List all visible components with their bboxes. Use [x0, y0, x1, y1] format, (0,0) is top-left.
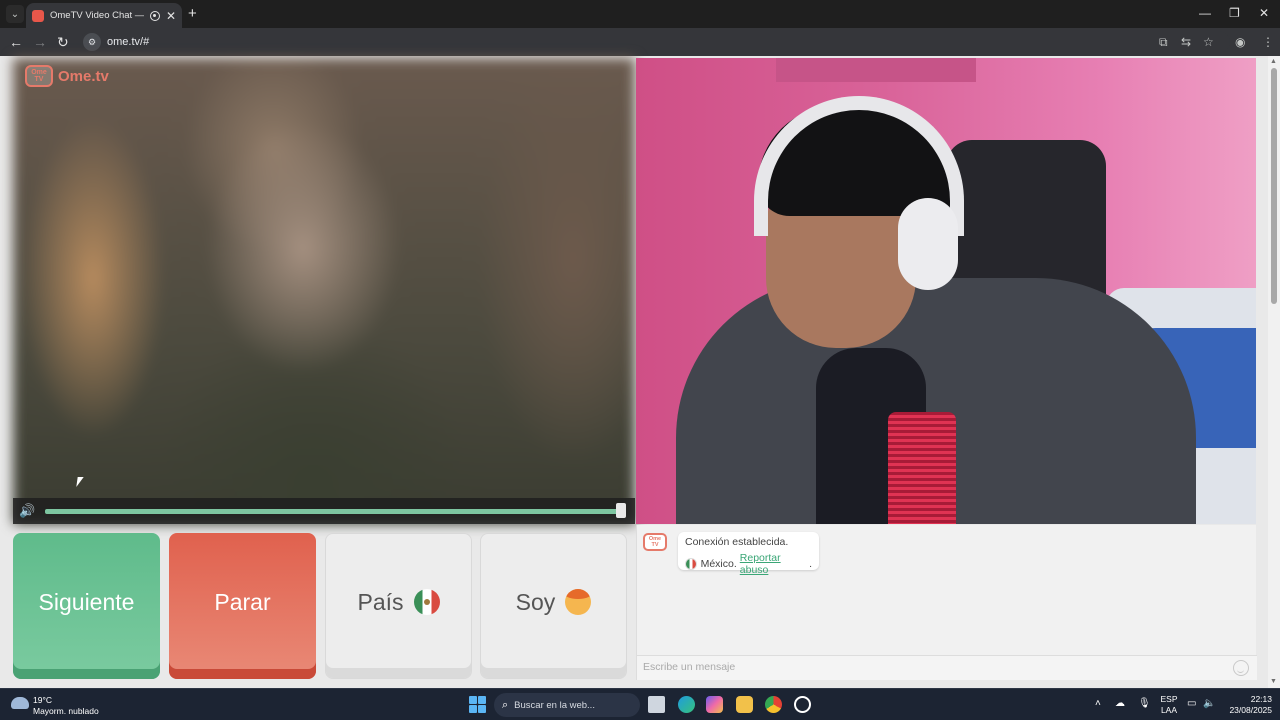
report-suffix: .	[809, 558, 812, 570]
profile-icon[interactable]: ◉	[1235, 35, 1245, 49]
browser-toolbar: ← → ↻ ⚙ ome.tv/# ⧉ ⇆ ☆ ◉ ⋮	[0, 28, 1280, 56]
clock-date: 23/08/2025	[1229, 705, 1272, 715]
network-icon[interactable]: ▭	[1187, 698, 1196, 709]
close-window-button[interactable]: ✕	[1259, 6, 1269, 20]
translate-icon[interactable]: ⇆	[1181, 35, 1191, 49]
clock[interactable]: 22:13 23/08/2025	[1222, 694, 1272, 716]
next-button[interactable]: Siguiente	[13, 533, 160, 679]
windows-taskbar: 19°C Mayorm. nublado ⌕ Buscar en la web.…	[0, 688, 1280, 720]
system-message-text: Conexión establecida.	[685, 536, 789, 548]
tab-title: OmeTV Video Chat — Ome	[50, 10, 144, 21]
language-indicator[interactable]: ESP LAA	[1158, 694, 1180, 716]
gender-button[interactable]: Soy	[480, 533, 627, 679]
clock-time: 22:13	[1250, 694, 1272, 704]
browser-tab[interactable]: OmeTV Video Chat — Ome ✕	[26, 3, 182, 28]
volume-slider[interactable]	[45, 509, 623, 514]
site-info-icon[interactable]: ⚙	[83, 33, 101, 51]
chat-message-input[interactable]	[643, 661, 1203, 673]
next-button-label: Siguiente	[38, 588, 135, 615]
scroll-down-icon[interactable]: ▼	[1270, 678, 1277, 685]
obs-studio-icon[interactable]	[794, 696, 811, 713]
page-scrollbar[interactable]: ▲ ▼	[1268, 56, 1280, 688]
volume-slider-handle[interactable]	[616, 503, 626, 518]
forward-arrow-icon[interactable]: →	[33, 34, 47, 50]
url-text[interactable]: ome.tv/#	[107, 36, 149, 48]
edge-browser-icon[interactable]	[678, 696, 695, 713]
taskbar-search-placeholder: Buscar en la web...	[514, 699, 595, 711]
country-button[interactable]: País	[325, 533, 472, 679]
bookmark-star-icon[interactable]: ☆	[1203, 35, 1214, 49]
task-view-icon[interactable]	[648, 696, 665, 713]
reload-icon[interactable]: ↻	[57, 34, 69, 50]
scroll-up-icon[interactable]: ▲	[1270, 58, 1277, 65]
back-arrow-icon[interactable]: ←	[9, 34, 23, 50]
weather-description[interactable]: Mayorm. nublado	[33, 706, 99, 716]
windows-start-icon[interactable]	[469, 696, 486, 713]
address-bar[interactable]: ⚙ ome.tv/#	[80, 31, 1230, 53]
mexico-flag-icon	[413, 589, 440, 615]
volume-bar: 🔊	[13, 498, 635, 524]
mouse-cursor-icon	[76, 477, 84, 487]
microphone-tray-icon[interactable]: 🎙	[1138, 698, 1151, 709]
stranger-video-overlay: Ome TV Ome.tv	[13, 58, 635, 524]
chat-panel: Ome TV Conexión establecida. México. Rep…	[636, 525, 1257, 680]
file-explorer-icon[interactable]	[736, 696, 753, 713]
headphones-earcup	[898, 198, 958, 290]
install-app-icon[interactable]: ⧉	[1159, 35, 1168, 50]
self-video-feed	[636, 58, 1256, 524]
ometv-page: Ome TV Ome.tv 🔊 Siguiente Parar País Soy	[0, 56, 1280, 688]
ometv-logo-badge: Ome TV	[25, 65, 53, 87]
tab-close-icon[interactable]: ✕	[166, 9, 176, 23]
more-menu-icon[interactable]: ⋮	[1262, 35, 1274, 49]
ometv-favicon-icon	[32, 9, 44, 22]
mexico-flag-small-icon	[685, 558, 697, 570]
browser-tab-bar: ⌄ OmeTV Video Chat — Ome ✕ + — ❐ ✕	[0, 0, 1280, 28]
stop-button-label: Parar	[214, 588, 271, 615]
language-top: ESP	[1160, 694, 1178, 704]
report-abuse-link[interactable]: Reportar abuso	[740, 552, 809, 576]
weather-cloud-icon[interactable]	[11, 697, 29, 709]
gender-button-label: Soy	[515, 588, 556, 615]
boy-icon	[565, 589, 592, 615]
scrollbar-thumb[interactable]	[1271, 68, 1277, 304]
partner-country: México.	[700, 558, 737, 570]
copilot-icon[interactable]	[706, 696, 723, 713]
onedrive-cloud-icon[interactable]: ☁	[1115, 698, 1125, 709]
ometv-logo-text: Ome.tv	[58, 67, 109, 85]
show-hidden-icons-chevron-icon[interactable]: ˄	[1095, 698, 1101, 709]
recording-icon	[149, 10, 160, 21]
search-icon: ⌕	[502, 698, 509, 711]
maximize-button[interactable]: ❐	[1229, 6, 1240, 20]
chat-ometv-logo-icon: Ome TV	[643, 533, 667, 551]
chat-input-row	[637, 655, 1257, 680]
chrome-icon[interactable]	[765, 696, 782, 713]
background-shelf	[776, 58, 976, 82]
language-bottom: LAA	[1160, 705, 1178, 715]
system-message: Conexión establecida. México. Reportar a…	[678, 532, 819, 576]
ometv-logo[interactable]: Ome TV Ome.tv	[25, 65, 109, 87]
tab-search-icon[interactable]: ⌄	[6, 5, 24, 23]
weather-temperature[interactable]: 19°C	[33, 695, 52, 705]
new-tab-button[interactable]: +	[188, 5, 197, 22]
taskbar-search[interactable]: ⌕ Buscar en la web...	[494, 693, 640, 717]
stop-button[interactable]: Parar	[169, 533, 316, 679]
country-button-label: País	[357, 588, 404, 615]
microphone	[888, 412, 956, 524]
speaker-icon[interactable]: 🔊	[19, 503, 35, 519]
volume-tray-icon[interactable]: 🔈	[1203, 698, 1215, 709]
emoji-icon[interactable]	[1233, 660, 1249, 676]
minimize-button[interactable]: —	[1199, 6, 1211, 20]
